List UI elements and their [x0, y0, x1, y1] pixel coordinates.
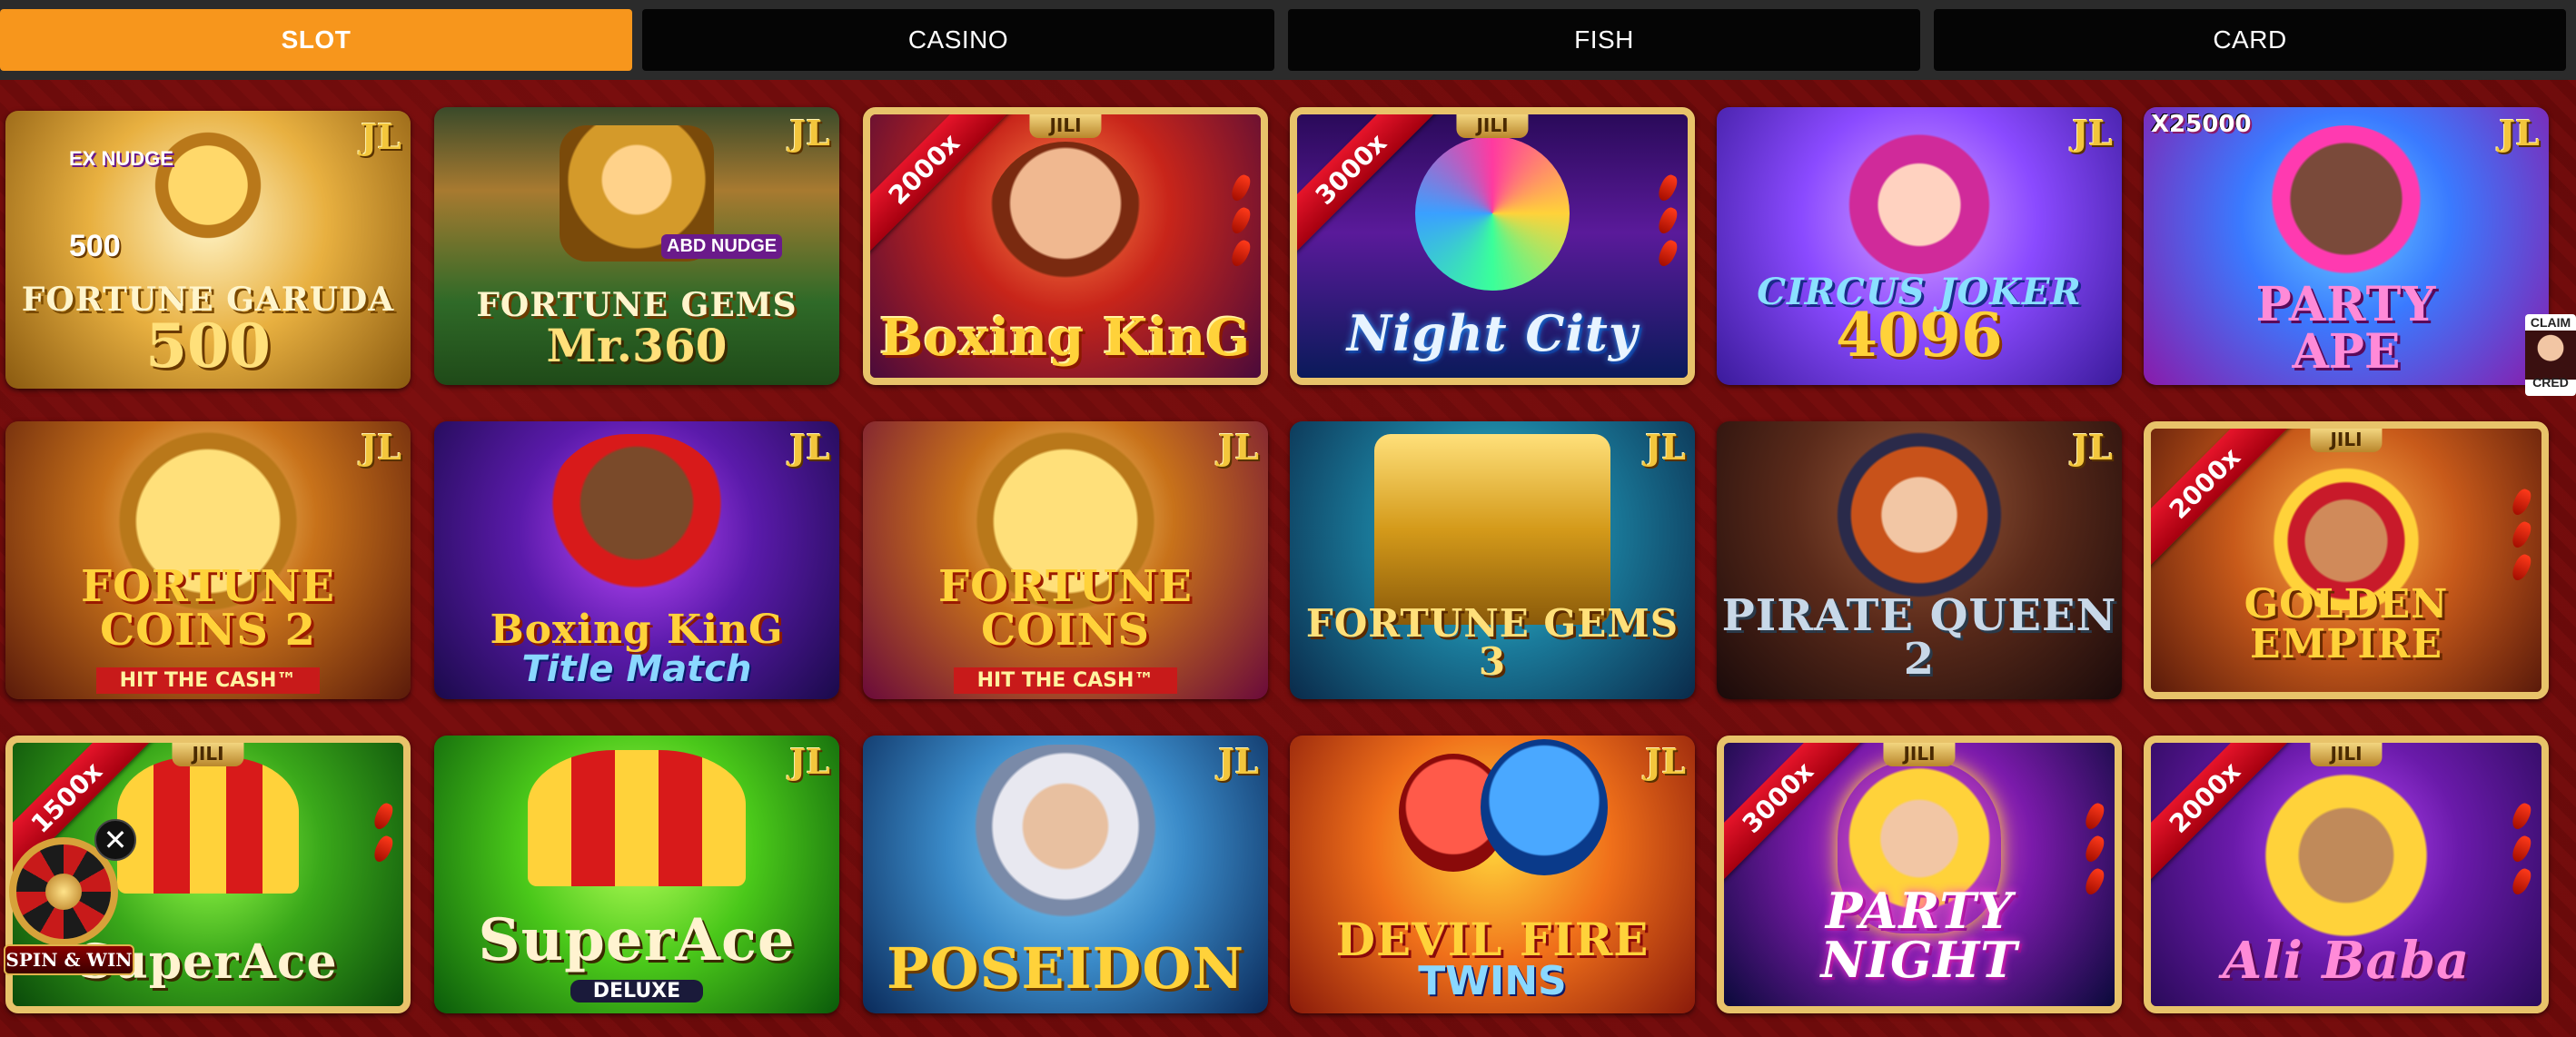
jl-badge: JL: [1218, 427, 1259, 468]
game-card-fortune-gems-mr360[interactable]: ABD NUDGE JL FORTUNE GEMS Mr.360: [434, 107, 839, 385]
tab-card[interactable]: CARD: [1934, 9, 2566, 71]
avatar: [2532, 331, 2569, 374]
pepper-icons: [2082, 797, 2107, 901]
game-title: FORTUNE GEMS 3: [1305, 601, 1679, 684]
game-title: GOLDEN EMPIRE: [2244, 581, 2449, 667]
jili-badge: JILI: [2310, 429, 2383, 452]
ex-nudge-tag: EX NUDGE: [69, 147, 173, 170]
jili-badge: JILI: [1456, 114, 1529, 138]
wheel-hub: [45, 874, 82, 910]
game-subtitle: APE: [2292, 324, 2401, 380]
game-title: Ali Baba: [2222, 931, 2471, 991]
game-card-circus-joker-4096[interactable]: JL CIRCUS JOKER 4096: [1717, 107, 2122, 385]
claim-label: CLAIM: [2530, 315, 2571, 330]
pepper-icons: [371, 797, 396, 868]
close-icon[interactable]: ✕: [94, 819, 136, 861]
jl-badge: JL: [1218, 741, 1259, 782]
game-card-pirate-queen-2[interactable]: JL PIRATE QUEEN 2: [1717, 421, 2122, 699]
game-tag: 500: [69, 229, 121, 263]
game-subtitle: HIT THE CASH™: [96, 667, 320, 694]
credit-label: CRED: [2532, 375, 2569, 390]
game-card-ali-baba[interactable]: 2000x JILI Ali Baba: [2144, 736, 2549, 1013]
game-title: PIRATE QUEEN 2: [1721, 590, 2117, 685]
pepper-icons: [1655, 169, 1680, 272]
game-title: DEVIL FIRE: [1335, 913, 1650, 966]
game-subtitle: Title Match: [521, 648, 752, 690]
game-card-fortune-coins-2[interactable]: JL FORTUNE COINS 2 HIT THE CASH™: [5, 421, 411, 699]
game-subtitle: TWINS: [1418, 958, 1567, 1004]
game-card-super-ace-deluxe[interactable]: JL SuperAce DELUXE: [434, 736, 839, 1013]
game-title: PARTY NIGHT: [1820, 882, 2018, 989]
game-card-party-ape[interactable]: X25000 JL PARTY APE: [2144, 107, 2549, 385]
jl-badge: JL: [361, 427, 401, 468]
game-card-party-night[interactable]: 3000x JILI PARTY NIGHT: [1717, 736, 2122, 1013]
claim-credit-widget[interactable]: CLAIM CRED: [2525, 314, 2576, 396]
game-card-golden-empire[interactable]: 2000x JILI GOLDEN EMPIRE: [2144, 421, 2549, 699]
jili-badge: JILI: [1883, 743, 1956, 766]
jl-badge: JL: [2072, 427, 2113, 468]
multiplier-label: X25000: [2151, 111, 2252, 138]
game-card-night-city[interactable]: 3000x JILI Night City: [1290, 107, 1695, 385]
game-card-boxing-king-title-match[interactable]: JL Boxing KinG Title Match: [434, 421, 839, 699]
game-title: FORTUNE GEMS: [476, 286, 798, 324]
game-title: POSEIDON: [886, 935, 1245, 1002]
jl-badge: JL: [2499, 113, 2540, 153]
jl-badge: JL: [1645, 427, 1686, 468]
game-card-boxing-king[interactable]: 2000x JILI Boxing KinG: [863, 107, 1268, 385]
jili-badge: JILI: [2310, 743, 2383, 766]
spin-and-win-label: SPIN & WIN: [4, 944, 134, 975]
game-card-fortune-gems-3[interactable]: JL FORTUNE GEMS 3: [1290, 421, 1695, 699]
game-title: FORTUNE COINS: [938, 561, 1193, 656]
game-title: PARTY: [2255, 277, 2437, 332]
tab-slot[interactable]: SLOT: [0, 9, 632, 71]
game-subtitle: DELUXE: [570, 980, 703, 1002]
game-subtitle: 500: [145, 311, 271, 381]
game-subtitle: HIT THE CASH™: [954, 667, 1177, 694]
jl-badge: JL: [789, 113, 830, 153]
pepper-icons: [2509, 797, 2534, 901]
game-subtitle: 4096: [1836, 300, 2003, 370]
game-card-fortune-garuda-500[interactable]: EX NUDGE 500 JL FORTUNE GARUDA 500: [5, 111, 411, 389]
game-title: Boxing KinG: [879, 308, 1252, 368]
game-subtitle: Mr.360: [546, 319, 728, 372]
tab-fish[interactable]: FISH: [1288, 9, 1920, 71]
abd-nudge-tag: ABD NUDGE: [661, 234, 783, 259]
tab-casino[interactable]: CASINO: [642, 9, 1274, 71]
jili-badge: JILI: [172, 743, 244, 766]
jili-badge: JILI: [1029, 114, 1102, 138]
game-card-fortune-coins[interactable]: JL FORTUNE COINS HIT THE CASH™: [863, 421, 1268, 699]
jl-badge: JL: [2072, 113, 2113, 153]
jl-badge: JL: [361, 116, 401, 157]
pepper-icons: [1228, 169, 1253, 272]
jl-badge: JL: [789, 427, 830, 468]
game-card-devil-fire-twins[interactable]: JL DEVIL FIRE TWINS: [1290, 736, 1695, 1013]
game-title: Boxing KinG: [490, 607, 784, 653]
category-tabs: SLOT CASINO FISH CARD: [0, 9, 2576, 71]
game-grid: EX NUDGE 500 JL FORTUNE GARUDA 500 ABD N…: [0, 80, 2576, 1037]
game-title: FORTUNE COINS 2: [81, 561, 335, 656]
game-card-poseidon[interactable]: JL POSEIDON: [863, 736, 1268, 1013]
jl-badge: JL: [1645, 741, 1686, 782]
game-title: Night City: [1346, 304, 1639, 362]
game-title: SuperAce: [478, 906, 796, 974]
pepper-icons: [2509, 483, 2534, 587]
jl-badge: JL: [789, 741, 830, 782]
